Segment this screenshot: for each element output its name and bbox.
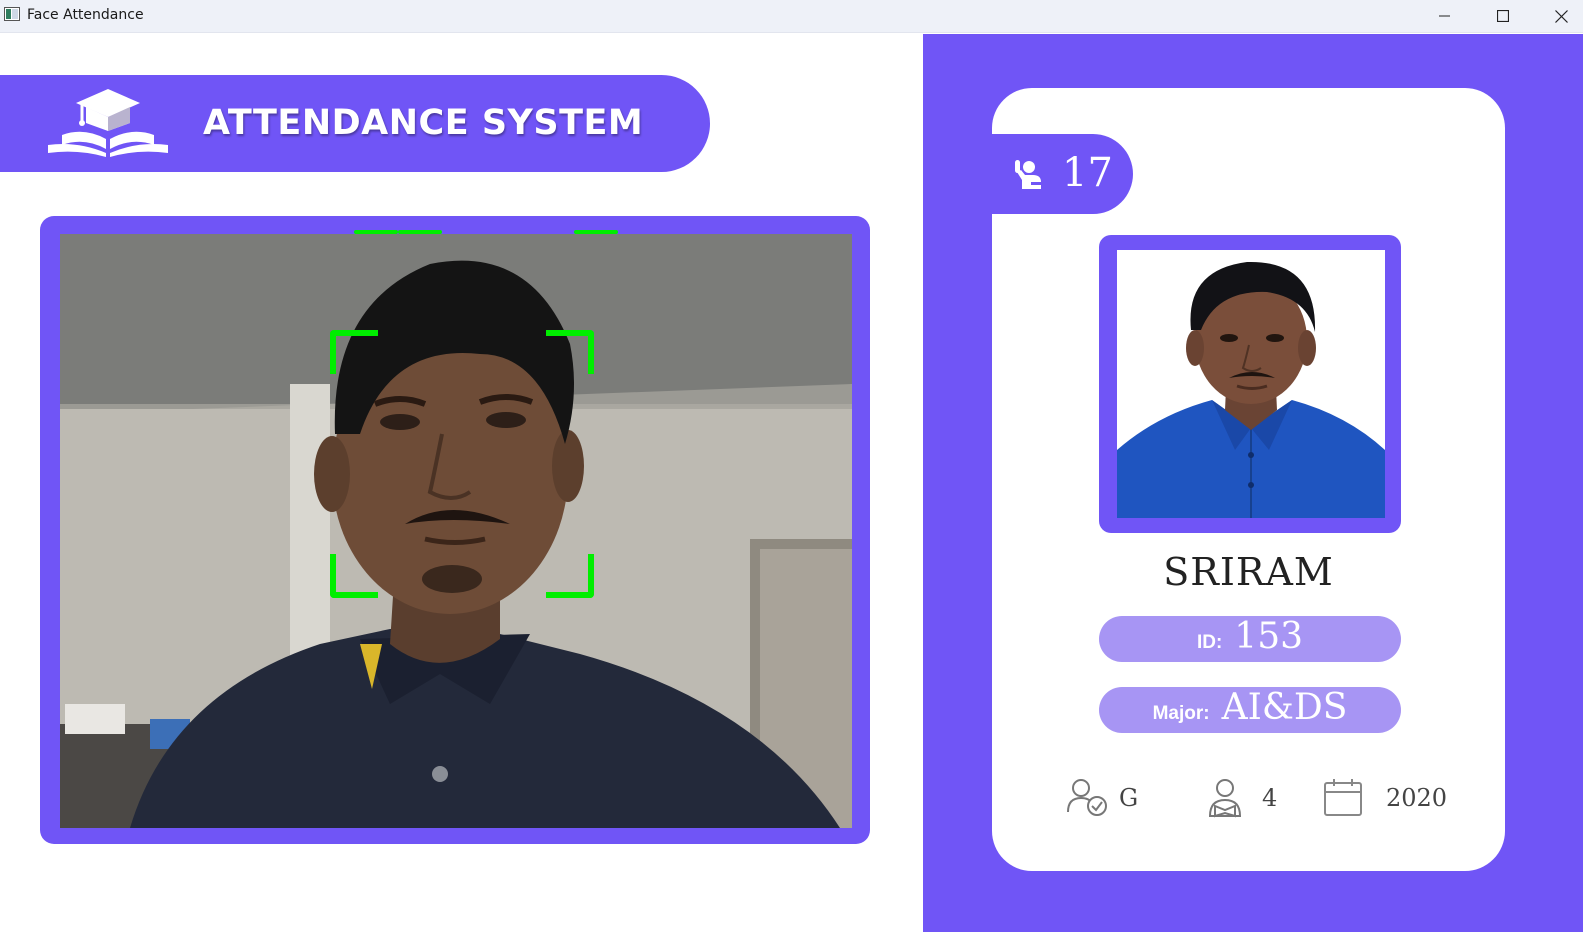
standing-stat: G: [1067, 778, 1177, 822]
face-bracket-bottom-left: [330, 554, 378, 598]
title-bar: Face Attendance: [0, 0, 1583, 33]
student-major-value: AI&DS: [1221, 686, 1348, 728]
standing-value: G: [1119, 784, 1139, 812]
year-value: 4: [1262, 784, 1278, 812]
student-major-pill: Major: AI&DS: [1099, 687, 1401, 733]
calendar-icon: [1324, 779, 1362, 816]
student-id-pill: ID: 153: [1099, 616, 1401, 662]
camera-frame: [40, 216, 870, 844]
window-title: Face Attendance: [27, 7, 144, 23]
maximize-button[interactable]: [1474, 0, 1532, 32]
close-button[interactable]: [1532, 0, 1583, 32]
minimize-icon: [1439, 15, 1450, 17]
student-id-value: 153: [1234, 615, 1304, 657]
maximize-icon: [1497, 10, 1509, 22]
app-icon: [4, 7, 20, 21]
raised-hand-person-icon: [1015, 160, 1041, 189]
student-name: SRIRAM: [1163, 550, 1334, 594]
starting-year-stat: 2020: [1324, 778, 1484, 822]
face-bracket-bottom-right: [546, 554, 594, 598]
header-banner: ATTENDANCE SYSTEM: [0, 75, 710, 172]
face-bracket-top-left: [330, 330, 378, 374]
minimize-button[interactable]: [1416, 0, 1474, 32]
graduation-cap-book-icon: [48, 89, 168, 157]
student-card: 17 SRIRAM ID: 153 Major: AI&DS G 4 2020: [992, 88, 1505, 871]
student-major-label: Major:: [1152, 703, 1210, 724]
close-icon: [1554, 9, 1568, 23]
attendance-count-badge: 17: [992, 134, 1133, 214]
attendance-count: 17: [1062, 150, 1113, 196]
student-id-label: ID:: [1196, 632, 1223, 653]
student-info-panel: 17 SRIRAM ID: 153 Major: AI&DS G 4 2020: [923, 34, 1583, 932]
app-heading: ATTENDANCE SYSTEM: [203, 103, 644, 143]
year-stat: 4: [1208, 778, 1308, 822]
face-bracket-top-right: [546, 330, 594, 374]
webcam-feed: [60, 234, 852, 828]
student-photo-frame: [1099, 235, 1401, 533]
starting-year-value: 2020: [1386, 784, 1448, 812]
student-photo: [1117, 250, 1385, 518]
webcam-scene: [60, 234, 852, 828]
student-portrait: [1117, 250, 1385, 518]
user-check-icon: [1067, 779, 1107, 816]
user-reading-icon: [1208, 779, 1242, 818]
